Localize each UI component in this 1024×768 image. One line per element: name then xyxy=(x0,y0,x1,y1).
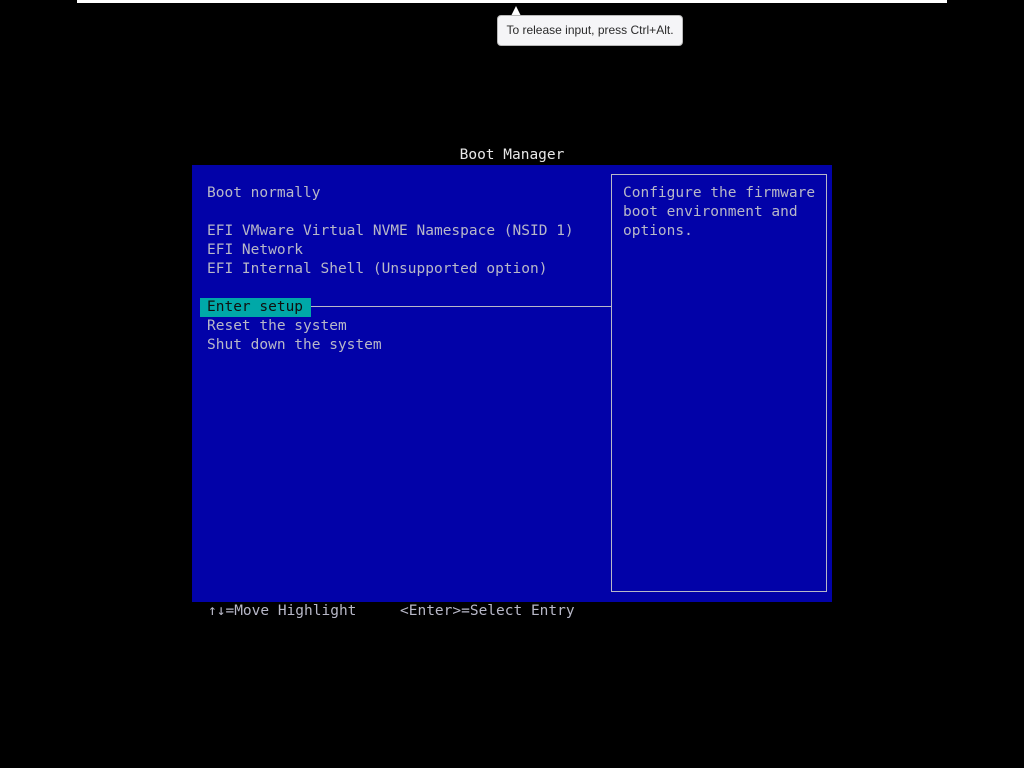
menu-item-reset-system[interactable]: Reset the system xyxy=(200,317,355,336)
menu-item-boot-normally[interactable]: Boot normally xyxy=(200,184,329,203)
help-box: Configure the firmware boot environment … xyxy=(611,174,827,592)
boot-manager-panel: Boot normally EFI VMware Virtual NVME Na… xyxy=(192,165,832,602)
menu-item-efi-network[interactable]: EFI Network xyxy=(200,241,311,260)
release-input-tooltip: To release input, press Ctrl+Alt. xyxy=(497,15,683,46)
footer-select-hint: <Enter>=Select Entry xyxy=(400,603,575,619)
menu-item-enter-setup[interactable]: Enter setup xyxy=(200,298,312,317)
vm-window-top-edge xyxy=(77,0,947,3)
boot-manager-title: Boot Manager xyxy=(459,147,565,163)
footer-move-hint: ↑↓=Move Highlight xyxy=(208,603,357,619)
menu-item-efi-internal-shell[interactable]: EFI Internal Shell (Unsupported option) xyxy=(200,260,555,279)
menu-separator xyxy=(303,306,611,307)
help-text: Configure the firmware boot environment … xyxy=(623,185,824,239)
menu-item-shut-down-system[interactable]: Shut down the system xyxy=(200,336,390,355)
menu-item-efi-vmware-nvme[interactable]: EFI VMware Virtual NVME Namespace (NSID … xyxy=(200,222,582,241)
